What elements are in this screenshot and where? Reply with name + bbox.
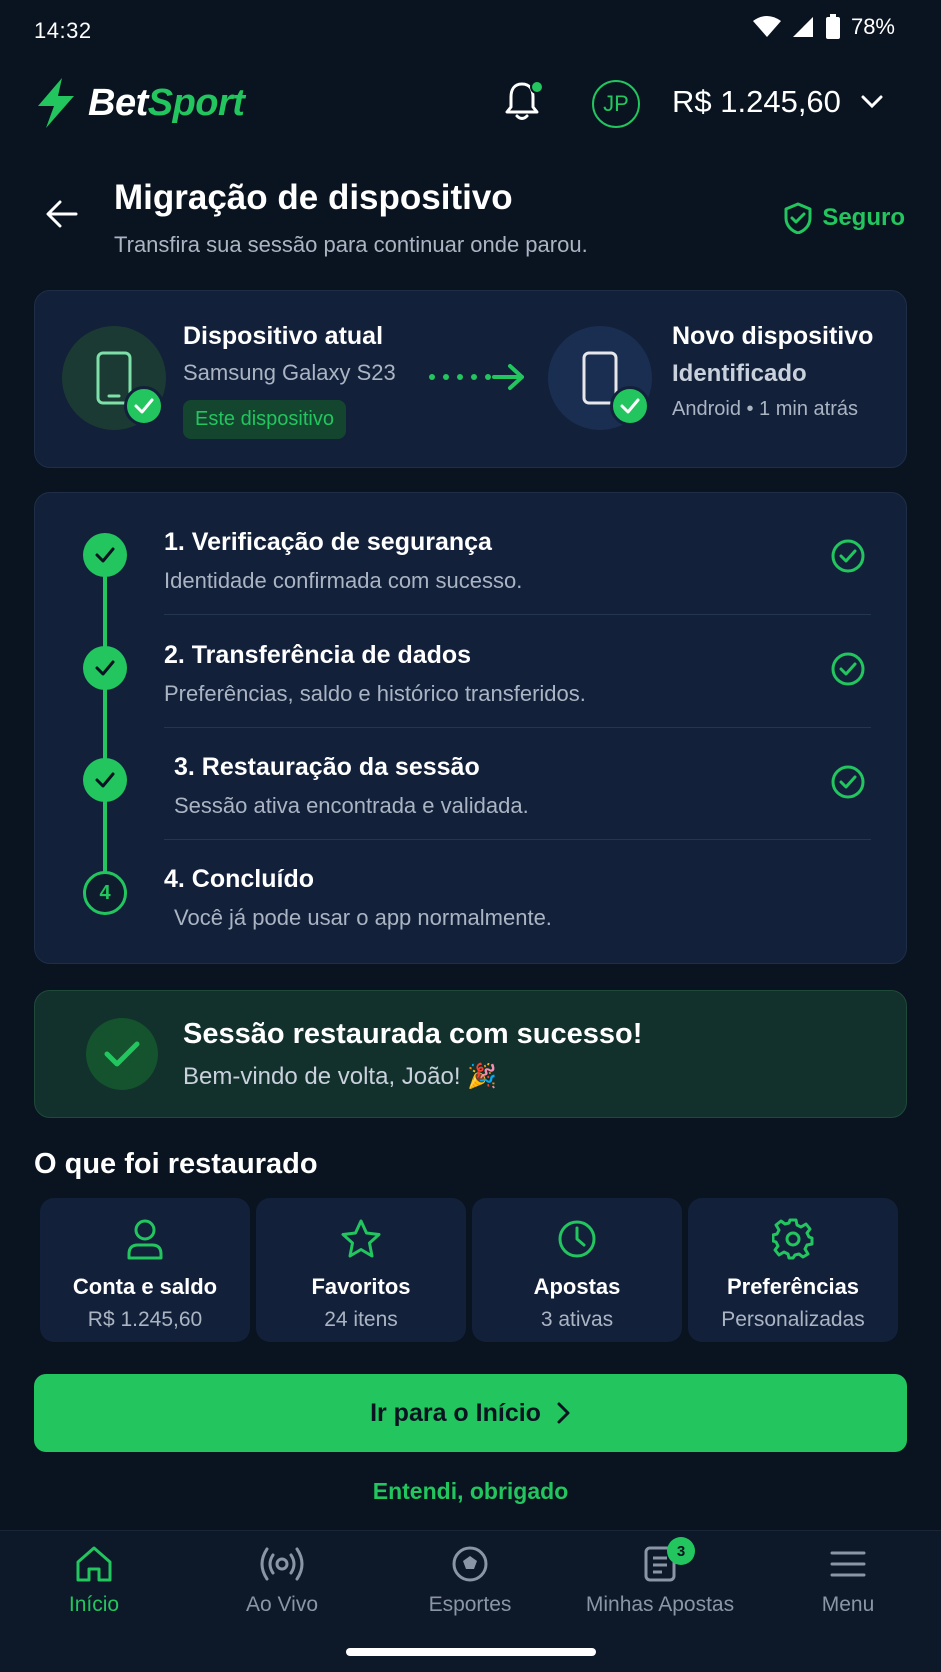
nav-item-live[interactable]: Ao Vivo: [202, 1545, 362, 1617]
step-1-complete-icon: [831, 539, 865, 573]
step-divider: [164, 614, 871, 615]
page-subtitle: Transfira sua sessão para continuar onde…: [114, 232, 588, 257]
signal-icon: [792, 17, 813, 37]
nav-item-label: Minhas Apostas: [585, 1593, 735, 1616]
current-device-tag: Este dispositivo: [183, 400, 346, 439]
restored-tile-subtitle: 24 itens: [324, 1308, 398, 1331]
new-device-title: Novo dispositivo: [672, 322, 874, 350]
success-subtitle: Bem-vindo de volta, João! 🎉: [183, 1063, 498, 1090]
step-4-dot: 4: [83, 871, 127, 915]
home-indicator: [346, 1648, 596, 1656]
success-banner: [34, 990, 907, 1118]
battery-percent: 78%: [850, 14, 895, 39]
step-1-dot-check-icon: [83, 533, 127, 577]
go-home-label: Ir para o Início: [370, 1398, 541, 1427]
live-icon: [260, 1547, 304, 1581]
restored-tile-title: Apostas: [533, 1274, 621, 1299]
status-icons: 78%: [752, 14, 895, 40]
steps-progress-line: [103, 555, 107, 893]
status-time: 14:32: [34, 18, 92, 43]
restored-tile-title: Favoritos: [311, 1274, 411, 1299]
step-2-subtitle: Preferências, saldo e histórico transfer…: [164, 681, 586, 706]
ball-icon: [452, 1546, 488, 1582]
go-home-button[interactable]: Ir para o Início: [34, 1374, 907, 1452]
balance-dropdown[interactable]: R$ 1.245,60: [672, 84, 883, 120]
app-logo[interactable]: BetSport: [34, 78, 245, 128]
balance-value: R$ 1.245,60: [672, 84, 841, 119]
star-icon: [341, 1219, 381, 1258]
gear-icon: [772, 1218, 814, 1260]
restored-tile-bets: Apostas 3 ativas: [472, 1198, 682, 1342]
step-4-subtitle: Você já pode usar o app normalmente.: [174, 905, 552, 930]
new-device-status: Identificado: [672, 360, 807, 387]
current-device-check-icon: [124, 386, 164, 426]
chevron-down-icon: [861, 95, 883, 109]
arrow-left-icon: [46, 200, 78, 228]
logo-text-bet: Bet: [88, 81, 148, 124]
secure-label: Seguro: [822, 204, 905, 231]
step-1-title: 1. Verificação de segurança: [164, 528, 492, 556]
clock-icon: [558, 1220, 596, 1258]
restored-tile-subtitle: Personalizadas: [721, 1308, 865, 1331]
restored-tile-account: Conta e saldo R$ 1.245,60: [40, 1198, 250, 1342]
my-bets-badge: 3: [667, 1537, 695, 1565]
restored-section-title: O que foi restaurado: [34, 1148, 318, 1180]
user-icon: [127, 1219, 163, 1260]
success-title: Sessão restaurada com sucesso!: [183, 1018, 643, 1050]
nav-item-home[interactable]: Início: [14, 1545, 174, 1617]
step-divider: [164, 839, 871, 840]
menu-icon: [830, 1551, 866, 1577]
notifications-button[interactable]: [502, 80, 546, 124]
notification-dot: [530, 80, 544, 94]
dismiss-link[interactable]: Entendi, obrigado: [0, 1478, 941, 1505]
nav-item-label: Ao Vivo: [246, 1593, 318, 1616]
step-3-subtitle: Sessão ativa encontrada e validada.: [174, 793, 529, 818]
wifi-icon: [752, 16, 781, 37]
page-title: Migração de dispositivo: [114, 178, 513, 217]
chevron-right-icon: [557, 1402, 570, 1424]
current-device-model: Samsung Galaxy S23: [183, 360, 396, 385]
step-3-title: 3. Restauração da sessão: [174, 753, 480, 781]
nav-item-label: Início: [68, 1593, 120, 1616]
step-1-subtitle: Identidade confirmada com sucesso.: [164, 568, 523, 593]
step-2-complete-icon: [831, 652, 865, 686]
restored-tile-favorites: Favoritos 24 itens: [256, 1198, 466, 1342]
home-icon: [76, 1546, 112, 1582]
nav-item-my-bets[interactable]: 3 Minhas Apostas: [580, 1537, 740, 1617]
nav-item-label: Menu: [821, 1593, 875, 1616]
lightning-icon: [38, 78, 74, 128]
nav-item-menu[interactable]: Menu: [768, 1545, 928, 1617]
new-device-meta: Android • 1 min atrás: [672, 398, 858, 420]
restored-tile-title: Preferências: [726, 1274, 860, 1299]
step-3-dot-check-icon: [83, 758, 127, 802]
step-4-title: 4. Concluído: [164, 865, 314, 893]
battery-icon: [825, 14, 840, 39]
restored-tile-subtitle: R$ 1.245,60: [87, 1308, 203, 1331]
nav-item-label: Esportes: [428, 1593, 512, 1616]
restored-tile-preferences: Preferências Personalizadas: [688, 1198, 898, 1342]
nav-item-sports[interactable]: Esportes: [390, 1545, 550, 1617]
success-check-icon: [86, 1018, 158, 1090]
back-button[interactable]: [46, 200, 78, 228]
step-divider: [164, 727, 871, 728]
step-2-dot-check-icon: [83, 646, 127, 690]
secure-badge: Seguro: [784, 202, 905, 234]
current-device-title: Dispositivo atual: [183, 322, 384, 350]
shield-icon: [784, 202, 812, 234]
restored-tile-subtitle: 3 ativas: [540, 1308, 614, 1331]
new-device-check-icon: [610, 386, 650, 426]
step-2-title: 2. Transferência de dados: [164, 641, 472, 669]
logo-text-sport: Sport: [147, 81, 245, 124]
restored-tile-title: Conta e saldo: [72, 1274, 218, 1299]
avatar[interactable]: JP: [592, 80, 640, 128]
transfer-arrow-icon: [428, 362, 528, 392]
step-3-complete-icon: [831, 765, 865, 799]
